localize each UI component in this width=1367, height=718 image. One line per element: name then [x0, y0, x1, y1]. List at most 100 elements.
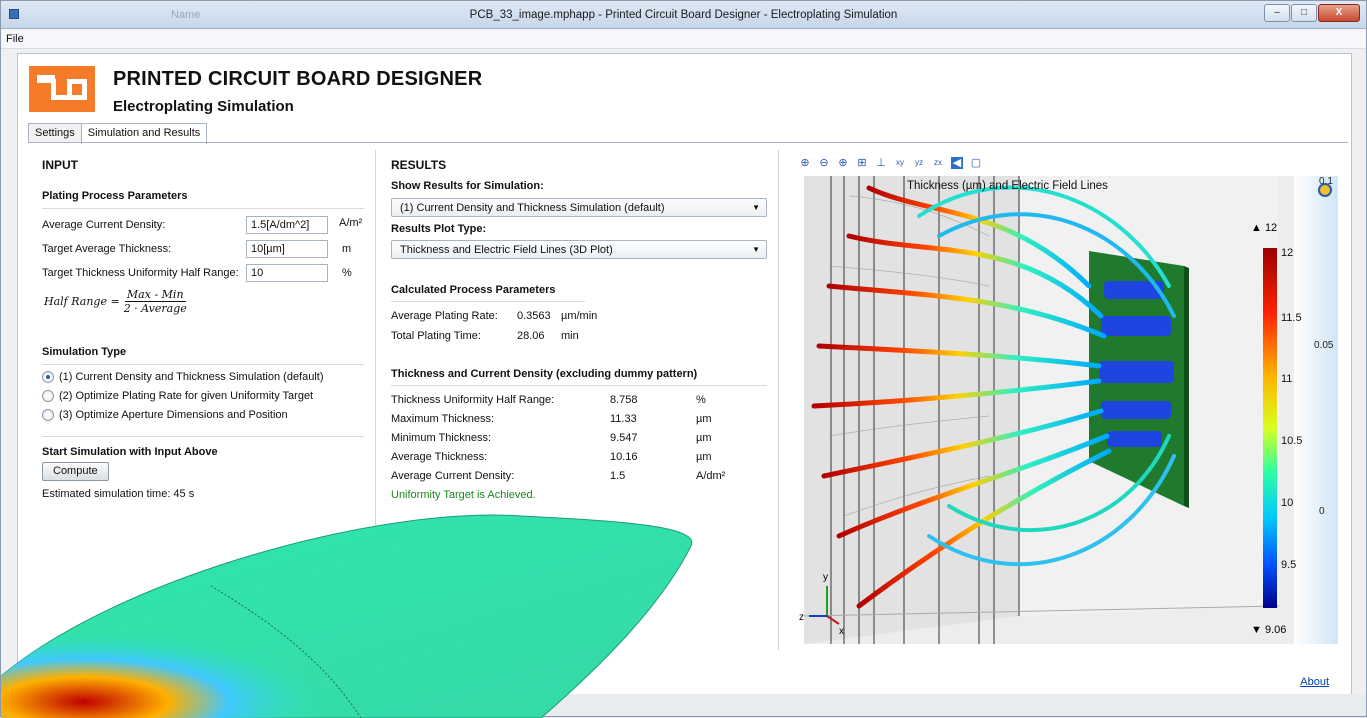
tab-simulation-results[interactable]: Simulation and Results	[80, 123, 208, 144]
current-density-unit: A/m²	[339, 217, 363, 229]
plating-rate-label: Average Plating Rate:	[391, 310, 498, 322]
app-logo	[29, 66, 95, 112]
light-icon[interactable]: ◀	[951, 157, 963, 169]
zoom-box-icon[interactable]: ⊕	[837, 157, 849, 169]
close-button[interactable]: X	[1318, 4, 1360, 22]
plot-toolbar: ⊕ ⊖ ⊕ ⊞ ⊥ xy yz zx ◀ ▢	[799, 157, 982, 169]
tcd-row-unit: A/dm²	[696, 470, 726, 482]
tab-bar: Settings Simulation and Results	[28, 123, 208, 144]
window-icon[interactable]: ▢	[970, 157, 982, 169]
plot-type-label: Results Plot Type:	[391, 223, 487, 235]
app-subtitle: Electroplating Simulation	[113, 98, 294, 115]
axis-z-label: z	[799, 612, 804, 623]
sim-type-heading: Simulation Type	[42, 346, 127, 358]
plot-title: Thickness (µm) and Electric Field Lines	[907, 180, 1108, 192]
xy-view-icon[interactable]: xy	[894, 157, 906, 169]
formula-numerator: Max - Min	[124, 288, 186, 302]
zoom-extents-icon[interactable]: ⊞	[856, 157, 868, 169]
tcd-row-label: Minimum Thickness:	[391, 432, 492, 444]
app-title: PRINTED CIRCUIT BOARD DESIGNER	[113, 68, 483, 90]
tcd-row-label: Thickness Uniformity Half Range:	[391, 394, 555, 406]
show-results-label: Show Results for Simulation:	[391, 180, 544, 192]
tcd-row-value: 11.33	[610, 413, 637, 425]
axis-y-label: y	[823, 572, 828, 583]
sim-type-radio-3[interactable]: (3) Optimize Aperture Dimensions and Pos…	[42, 409, 288, 421]
color-legend	[1263, 248, 1277, 608]
show-results-value: (1) Current Density and Thickness Simula…	[400, 202, 665, 214]
tcd-heading: Thickness and Current Density (excluding…	[391, 368, 698, 380]
formula-denominator: 2 · Average	[123, 302, 187, 315]
tab-settings[interactable]: Settings	[28, 123, 82, 143]
colorbar-max: ▲ 12	[1251, 222, 1277, 234]
plating-time-label: Total Plating Time:	[391, 330, 481, 342]
plating-rate-value: 0.3563	[517, 310, 551, 322]
uniformity-field[interactable]: 10	[246, 264, 328, 282]
tcd-row-label: Average Thickness:	[391, 451, 488, 463]
title-bar: Name PCB_33_image.mphapp - Printed Circu…	[1, 1, 1366, 29]
yz-view-icon[interactable]: yz	[913, 157, 925, 169]
current-density-field[interactable]: 1.5[A/dm^2]	[246, 216, 328, 234]
start-heading: Start Simulation with Input Above	[42, 446, 218, 458]
radio-icon	[42, 390, 54, 402]
plating-time-value: 28.06	[517, 330, 545, 342]
status-text: Uniformity Target is Achieved.	[391, 489, 536, 501]
colorbar-tick: 12	[1281, 247, 1293, 259]
plating-heading: Plating Process Parameters	[42, 190, 188, 202]
plot-canvas[interactable]: Thickness (µm) and Electric Field Lines …	[789, 176, 1338, 644]
colorbar-tick: 9.5	[1281, 559, 1296, 571]
right-scale-label: 0	[1319, 506, 1325, 517]
uniformity-label: Target Thickness Uniformity Half Range:	[42, 267, 239, 279]
colorbar-tick: 10.5	[1281, 435, 1302, 447]
estimate-text: Estimated simulation time: 45 s	[42, 488, 195, 500]
compute-button[interactable]: Compute	[42, 462, 109, 481]
plating-rate-unit: µm/min	[561, 310, 598, 322]
show-results-select[interactable]: (1) Current Density and Thickness Simula…	[391, 198, 767, 217]
sim-type-radio-1[interactable]: (1) Current Density and Thickness Simula…	[42, 371, 324, 383]
input-heading: INPUT	[42, 158, 78, 172]
gizmo-icon[interactable]	[1318, 183, 1332, 197]
plot-type-value: Thickness and Electric Field Lines (3D P…	[400, 244, 613, 256]
sim-type-radio-2[interactable]: (2) Optimize Plating Rate for given Unif…	[42, 390, 313, 402]
menu-file[interactable]: File	[6, 33, 24, 45]
menu-bar: File	[1, 30, 1366, 49]
zx-view-icon[interactable]: zx	[932, 157, 944, 169]
tcd-row-unit: µm	[696, 451, 712, 463]
axis-icon[interactable]: ⊥	[875, 157, 887, 169]
plot-type-select[interactable]: Thickness and Electric Field Lines (3D P…	[391, 240, 767, 259]
chevron-down-icon: ▼	[752, 245, 760, 254]
radio-label: (1) Current Density and Thickness Simula…	[59, 371, 324, 383]
zoom-in-icon[interactable]: ⊕	[799, 157, 811, 169]
avg-thickness-field[interactable]: 10[µm]	[246, 240, 328, 258]
colorbar-tick: 11	[1281, 373, 1292, 385]
radio-label: (3) Optimize Aperture Dimensions and Pos…	[59, 409, 288, 421]
chevron-down-icon: ▼	[752, 203, 760, 212]
app-window: Name PCB_33_image.mphapp - Printed Circu…	[0, 0, 1367, 718]
tcd-row-label: Maximum Thickness:	[391, 413, 495, 425]
current-density-label: Average Current Density:	[42, 219, 166, 231]
avg-thickness-unit: m	[342, 243, 352, 255]
window-title: PCB_33_image.mphapp - Printed Circuit Bo…	[469, 9, 898, 21]
plating-time-unit: min	[561, 330, 579, 342]
tcd-row-value: 9.547	[610, 432, 638, 444]
tcd-row-value: 8.758	[610, 394, 638, 406]
avg-thickness-label: Target Average Thickness:	[42, 243, 172, 255]
tcd-row-value: 10.16	[610, 451, 638, 463]
calc-heading: Calculated Process Parameters	[391, 284, 556, 296]
about-link[interactable]: About	[1300, 676, 1329, 688]
decorative-3d-surface	[1, 514, 693, 718]
colorbar-tick: 11.5	[1281, 312, 1302, 324]
tcd-row-unit: µm	[696, 432, 712, 444]
radio-icon	[42, 409, 54, 421]
colorbar-min: ▼ 9.06	[1251, 624, 1286, 636]
minimize-button[interactable]: –	[1264, 4, 1290, 22]
tcd-row-value: 1.5	[610, 470, 626, 482]
axis-x-label: x	[839, 626, 844, 637]
maximize-button[interactable]: □	[1291, 4, 1317, 22]
radio-selected-icon	[42, 371, 54, 383]
right-scale-label: 0.05	[1314, 340, 1334, 351]
formula-lhs: Half Range =	[44, 295, 120, 308]
zoom-out-icon[interactable]: ⊖	[818, 157, 830, 169]
results-heading: RESULTS	[391, 158, 447, 172]
tcd-row-unit: %	[696, 394, 706, 406]
tcd-row-label: Average Current Density:	[391, 470, 515, 482]
